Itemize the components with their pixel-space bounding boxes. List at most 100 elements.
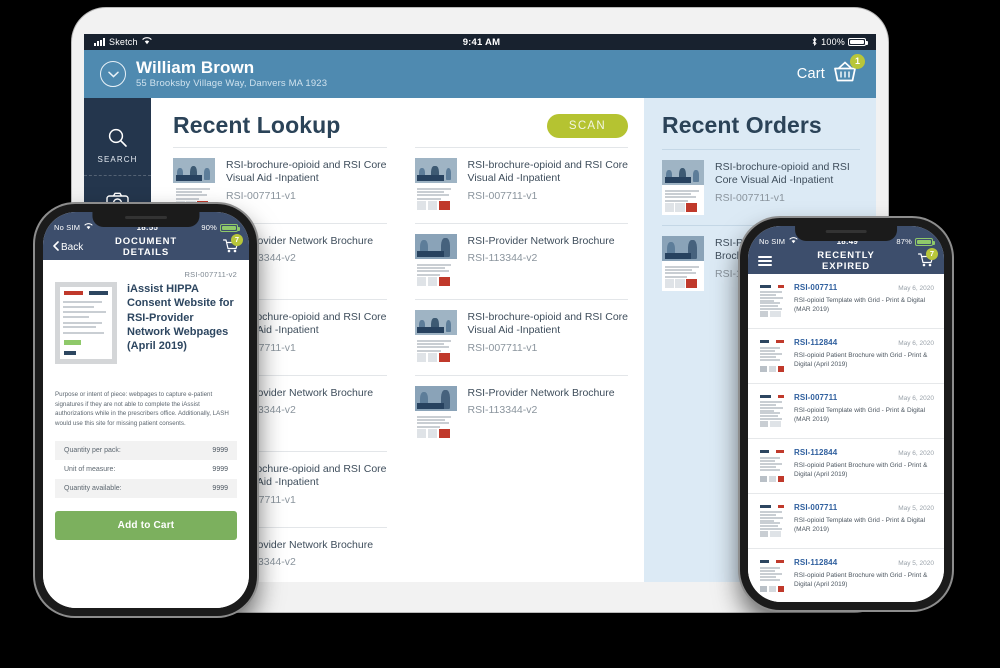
cart-button[interactable]: 7	[890, 247, 938, 270]
document-code: RSI-112844	[794, 338, 838, 347]
document-title: iAssist HIPPA Consent Website for RSI-Pr…	[127, 283, 234, 353]
document-thumbnail	[758, 338, 786, 374]
expiry-date: May 5, 2020	[898, 560, 934, 567]
scan-button[interactable]: SCAN	[546, 113, 628, 138]
battery-icon	[915, 237, 935, 246]
document-spec-row: Quantity available: 9999	[55, 479, 237, 499]
battery-percent: 100%	[821, 37, 845, 47]
expired-list-item[interactable]: RSI-007711 May 6, 2020 RSI-opioid Template…	[748, 274, 944, 329]
bluetooth-icon	[811, 36, 818, 48]
carrier-label: No SIM	[759, 237, 786, 246]
document-title: RSI-brochure-opioid and RSI Core Visual …	[226, 159, 387, 185]
carrier-label: Sketch	[109, 37, 138, 47]
expiry-date: May 6, 2020	[898, 395, 934, 402]
spec-value: 9999	[212, 447, 228, 455]
document-code: RSI-007711-v1	[467, 189, 538, 202]
spec-label: Unit of measure:	[64, 466, 116, 474]
document-code: RSI-113344-v2	[467, 252, 538, 265]
spec-value: 9999	[212, 485, 228, 493]
expiry-date: May 6, 2020	[898, 340, 934, 347]
tablet-app-header: William Brown 55 Brooksby Village Way, D…	[84, 50, 876, 98]
carrier-label: No SIM	[54, 223, 81, 232]
chevron-left-icon	[53, 240, 59, 254]
document-title: RSI-Provider Network Brochure	[467, 235, 615, 247]
document-thumbnail	[758, 503, 786, 539]
expired-list-item[interactable]: RSI-112844 May 6, 2020 RSI-opioid Patient …	[748, 329, 944, 384]
document-thumbnail	[414, 386, 457, 441]
user-name: William Brown	[136, 57, 255, 77]
recent-lookup-column-right: RSI-brochure-opioid and RSI Core Visual …	[414, 147, 629, 582]
document-spec-row: Unit of measure: 9999	[55, 460, 237, 479]
spec-value: 9999	[212, 466, 228, 474]
screenshot-stage: Sketch 9:41 AM 100% William Brown 55 Bro…	[0, 0, 1000, 668]
hamburger-menu-icon	[758, 256, 772, 266]
user-address: 55 Brooksby Village Way, Danvers MA 1923	[136, 78, 328, 90]
document-thumbnail[interactable]	[55, 282, 117, 364]
cart-badge: 7	[231, 233, 243, 246]
document-title: RSI-brochure-opioid and RSI Core Visual …	[467, 311, 629, 337]
user-info[interactable]: William Brown 55 Brooksby Village Way, D…	[136, 57, 797, 90]
cart-badge: 7	[926, 247, 938, 260]
expiry-date: May 5, 2020	[898, 505, 934, 512]
wifi-icon	[789, 237, 798, 246]
document-thumbnail	[758, 283, 786, 319]
menu-button[interactable]	[758, 256, 802, 266]
document-description: RSI-opioid Template with Grid - Print & …	[794, 407, 926, 424]
add-to-cart-button[interactable]: Add to Cart	[55, 511, 237, 541]
recent-orders-title: Recent Orders	[662, 112, 822, 138]
document-description: RSI-opioid Patient Brochure with Grid - …	[794, 352, 928, 369]
document-thumbnail	[414, 310, 457, 365]
document-list-item[interactable]: RSI-brochure-opioid and RSI Core Visual …	[414, 299, 629, 375]
sidebar-item-search[interactable]: SEARCH	[84, 112, 151, 175]
phone-device-frame-right: No SIM 18:49 87% RECENTLY EXPIRED 7 RSI-…	[740, 218, 952, 610]
document-list-item[interactable]: RSI-brochure-opioid and RSI Core Visual …	[414, 147, 628, 223]
document-thumbnail	[758, 558, 786, 594]
document-list-item[interactable]: RSI-Provider Network Brochure RSI-113344-…	[414, 375, 628, 451]
sidebar-item-search-label: SEARCH	[97, 155, 138, 164]
document-code: RSI-113344-v2	[467, 404, 538, 417]
document-details-body: RSI-007711-v2 iAssist HIPPA Consent Webs…	[43, 260, 249, 608]
expired-list-item[interactable]: RSI-112844 May 5, 2020 RSI-opioid Patient …	[748, 549, 944, 602]
clock: 9:41 AM	[462, 36, 501, 48]
cart-button[interactable]: 7	[195, 233, 243, 256]
expired-list-item[interactable]: RSI-112844 May 6, 2020 RSI-opioid Patient …	[748, 439, 944, 494]
cart-button[interactable]: Cart 1	[797, 53, 865, 89]
document-thumbnail	[662, 160, 704, 215]
document-list-item[interactable]: RSI-brochure-opioid and RSI Core Visual …	[662, 149, 860, 225]
battery-percent: 90%	[201, 223, 217, 232]
document-thumbnail	[758, 448, 786, 484]
document-code: RSI-007711-v2	[184, 270, 237, 279]
expiry-date: May 6, 2020	[898, 285, 934, 292]
phone-left-screen: No SIM 18:55 90% Back DOCUMENT DETAILS 7…	[43, 212, 249, 608]
document-list-item[interactable]: RSI-Provider Network Brochure RSI-113344-…	[414, 223, 628, 299]
document-thumbnail	[414, 234, 457, 289]
expiry-date: May 6, 2020	[898, 450, 934, 457]
phone-left-title: DOCUMENT DETAILS	[114, 236, 178, 258]
phone-right-title: RECENTLY EXPIRED	[817, 250, 875, 272]
back-button[interactable]: Back	[53, 240, 97, 254]
document-thumbnail	[414, 158, 457, 213]
document-spec-row: Quantity per pack: 9999	[55, 441, 237, 461]
signal-bars-icon	[94, 38, 105, 46]
document-thumbnail	[758, 393, 786, 429]
document-code: RSI-007711-v1	[226, 189, 296, 202]
wifi-icon	[84, 223, 93, 232]
document-title: RSI-brochure-opioid and RSI Core Visual …	[715, 161, 850, 187]
battery-icon	[220, 223, 240, 232]
document-code: RSI-112844	[794, 558, 838, 567]
phone-right-navbar: RECENTLY EXPIRED 7	[748, 247, 944, 274]
recent-lookup-title: Recent Lookup	[173, 112, 341, 138]
search-icon	[84, 124, 151, 150]
battery-icon	[848, 38, 868, 46]
phone-left-navbar: Back DOCUMENT DETAILS 7	[43, 233, 249, 260]
wifi-icon	[141, 37, 152, 47]
cart-badge: 1	[850, 53, 865, 69]
chevron-down-icon[interactable]	[100, 61, 126, 87]
expired-list-item[interactable]: RSI-007711 May 6, 2020 RSI-opioid Template…	[748, 384, 944, 439]
document-code: RSI-007711	[794, 283, 838, 292]
spec-label: Quantity per pack:	[64, 447, 121, 455]
document-code: RSI-007711-v1	[467, 341, 538, 354]
expired-list-item[interactable]: RSI-007711 May 5, 2020 RSI-opioid Template…	[748, 494, 944, 549]
document-description: RSI-opioid Template with Grid - Print & …	[794, 297, 926, 314]
document-specs-table: Quantity per pack: 9999 Unit of measure: 99…	[55, 441, 237, 499]
